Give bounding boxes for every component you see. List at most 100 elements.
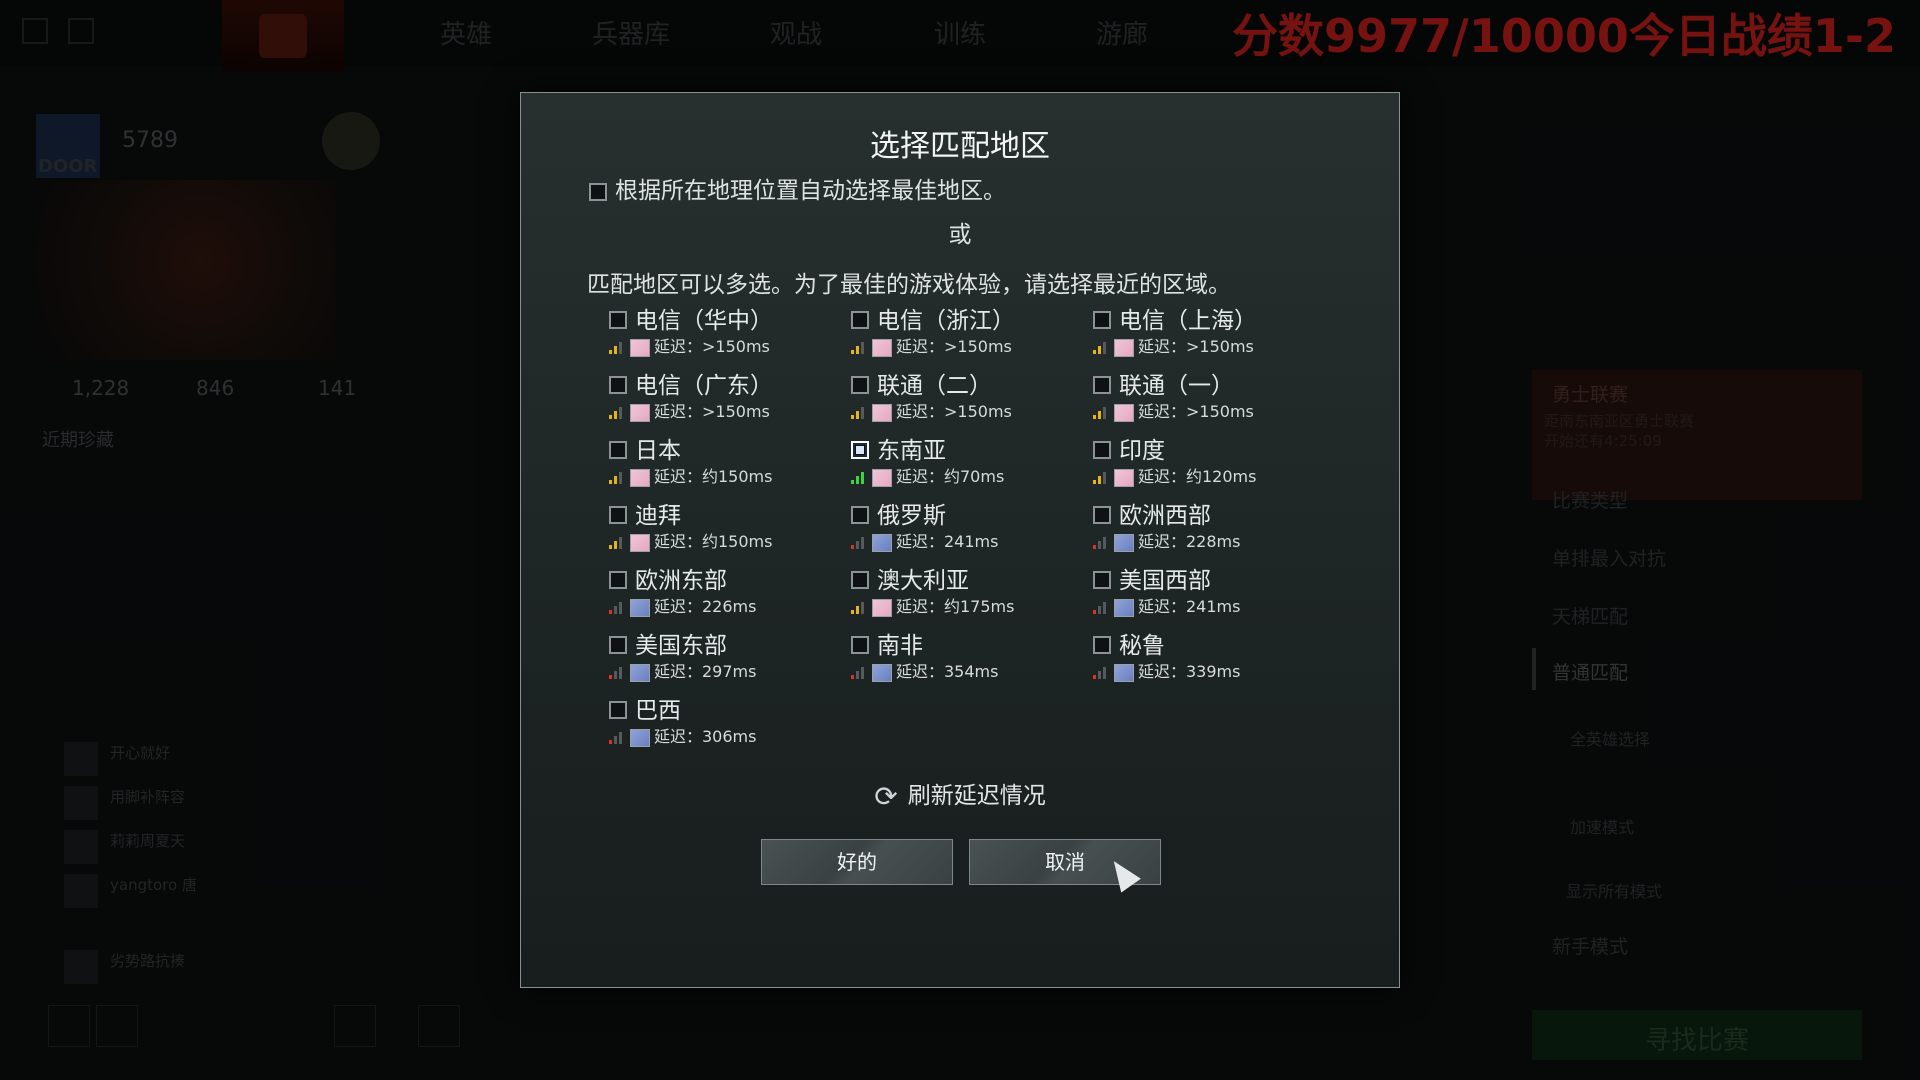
region-name-row[interactable]: 电信（上海） [1093, 301, 1257, 335]
region-option[interactable]: 电信（浙江） 延迟：>150ms [851, 301, 1091, 359]
server-flag-icon [872, 468, 892, 487]
region-latency-row: 延迟：约175ms [851, 593, 1014, 617]
server-flag-icon [872, 533, 892, 552]
region-latency: 延迟：241ms [1138, 597, 1241, 616]
region-checkbox[interactable] [851, 505, 869, 524]
region-name: 欧洲东部 [635, 568, 727, 594]
auto-select-row[interactable]: 根据所在地理位置自动选择最佳地区。 [589, 171, 1006, 205]
signal-strength-icon [1093, 536, 1109, 549]
signal-strength-icon [851, 341, 867, 354]
region-checkbox[interactable] [851, 635, 869, 654]
region-checkbox[interactable] [609, 635, 627, 654]
region-option[interactable]: 澳大利亚 延迟：约175ms [851, 561, 1091, 619]
region-checkbox[interactable] [1093, 505, 1111, 524]
region-checkbox[interactable] [609, 505, 627, 524]
region-latency: 延迟：>150ms [654, 337, 770, 356]
region-option[interactable]: 秘鲁延迟：339ms [1093, 626, 1333, 684]
region-name-row[interactable]: 联通（一） [1093, 366, 1234, 400]
region-name: 巴西 [635, 698, 681, 724]
region-name-row[interactable]: 电信（华中） [609, 301, 773, 335]
signal-strength-icon [1093, 666, 1109, 679]
region-option[interactable]: 巴西延迟：306ms [609, 691, 849, 749]
region-checkbox[interactable] [1093, 635, 1111, 654]
region-checkbox[interactable] [609, 375, 627, 394]
region-checkbox[interactable] [609, 440, 627, 459]
region-latency: 延迟：约150ms [654, 467, 773, 486]
region-option[interactable]: 印度 延迟：约120ms [1093, 431, 1333, 489]
region-name: 东南亚 [877, 438, 946, 464]
region-option[interactable]: 南非 延迟：354ms [851, 626, 1091, 684]
server-flag-icon [630, 598, 650, 617]
server-flag-icon [630, 468, 650, 487]
region-name-row[interactable]: 日本 [609, 431, 681, 465]
region-option[interactable]: 日本延迟：约150ms [609, 431, 849, 489]
region-name-row[interactable]: 迪拜 [609, 496, 681, 530]
auto-select-checkbox[interactable] [589, 182, 607, 201]
region-name-row[interactable]: 美国东部 [609, 626, 727, 660]
region-option[interactable]: 电信（华中） 延迟：>150ms [609, 301, 849, 359]
region-checkbox[interactable] [1093, 570, 1111, 589]
region-option[interactable]: 美国西部延迟：241ms [1093, 561, 1333, 619]
region-name: 迪拜 [635, 503, 681, 529]
refresh-latency-button[interactable]: ⟳ 刷新延迟情况 [521, 776, 1399, 813]
region-option[interactable]: 联通（二） 延迟：>150ms [851, 366, 1091, 424]
region-checkbox[interactable] [851, 375, 869, 394]
region-select-dialog: 选择匹配地区 根据所在地理位置自动选择最佳地区。 或 匹配地区可以多选。为了最佳… [520, 92, 1400, 988]
signal-strength-icon [1093, 471, 1109, 484]
region-latency: 延迟：226ms [654, 597, 757, 616]
region-latency-row: 延迟：297ms [609, 658, 756, 682]
region-latency-row: 延迟：339ms [1093, 658, 1240, 682]
region-name-row[interactable]: 欧洲东部 [609, 561, 727, 595]
signal-strength-icon [851, 666, 867, 679]
region-option[interactable]: 美国东部 延迟：297ms [609, 626, 849, 684]
region-option[interactable]: 俄罗斯 延迟：241ms [851, 496, 1091, 554]
region-checkbox[interactable] [609, 570, 627, 589]
region-checkbox[interactable] [1093, 375, 1111, 394]
signal-strength-icon [1093, 341, 1109, 354]
region-name-row[interactable]: 秘鲁 [1093, 626, 1165, 660]
region-name: 印度 [1119, 438, 1165, 464]
region-name: 联通（二） [877, 373, 992, 399]
region-name-row[interactable]: 联通（二） [851, 366, 992, 400]
region-checkbox[interactable] [851, 440, 869, 459]
region-option[interactable]: 欧洲西部 延迟：228ms [1093, 496, 1333, 554]
region-checkbox[interactable] [1093, 440, 1111, 459]
region-name: 澳大利亚 [877, 568, 969, 594]
region-name-row[interactable]: 印度 [1093, 431, 1165, 465]
refresh-latency-label: 刷新延迟情况 [907, 783, 1046, 809]
signal-strength-icon [851, 471, 867, 484]
region-name: 秘鲁 [1119, 633, 1165, 659]
region-name-row[interactable]: 欧洲西部 [1093, 496, 1211, 530]
region-checkbox[interactable] [851, 570, 869, 589]
region-option[interactable]: 联通（一） 延迟：>150ms [1093, 366, 1333, 424]
region-name-row[interactable]: 俄罗斯 [851, 496, 946, 530]
region-latency: 延迟：339ms [1138, 662, 1241, 681]
region-checkbox[interactable] [609, 310, 627, 329]
region-description: 匹配地区可以多选。为了最佳的游戏体验，请选择最近的区域。 [587, 272, 1231, 298]
region-latency-row: 延迟：>150ms [851, 398, 1012, 422]
region-checkbox[interactable] [851, 310, 869, 329]
region-name-row[interactable]: 东南亚 [851, 431, 946, 465]
server-flag-icon [1114, 403, 1134, 422]
region-name-row[interactable]: 南非 [851, 626, 923, 660]
region-latency-row: 延迟：>150ms [1093, 333, 1254, 357]
region-checkbox[interactable] [1093, 310, 1111, 329]
region-name-row[interactable]: 电信（浙江） [851, 301, 1015, 335]
ok-button[interactable]: 好的 [761, 839, 953, 885]
region-option[interactable]: 东南亚 延迟：约70ms [851, 431, 1091, 489]
region-checkbox[interactable] [609, 700, 627, 719]
region-name-row[interactable]: 美国西部 [1093, 561, 1211, 595]
region-option[interactable]: 迪拜 延迟：约150ms [609, 496, 849, 554]
region-name-row[interactable]: 巴西 [609, 691, 681, 725]
region-option[interactable]: 电信（广东） 延迟：>150ms [609, 366, 849, 424]
server-flag-icon [1114, 338, 1134, 357]
region-name-row[interactable]: 电信（广东） [609, 366, 773, 400]
region-option[interactable]: 电信（上海） 延迟：>150ms [1093, 301, 1333, 359]
region-latency-row: 延迟：约150ms [609, 528, 772, 552]
region-latency-row: 延迟：306ms [609, 723, 756, 747]
region-name: 联通（一） [1119, 373, 1234, 399]
region-name-row[interactable]: 澳大利亚 [851, 561, 969, 595]
server-flag-icon [630, 533, 650, 552]
region-latency: 延迟：306ms [654, 727, 757, 746]
region-option[interactable]: 欧洲东部延迟：226ms [609, 561, 849, 619]
